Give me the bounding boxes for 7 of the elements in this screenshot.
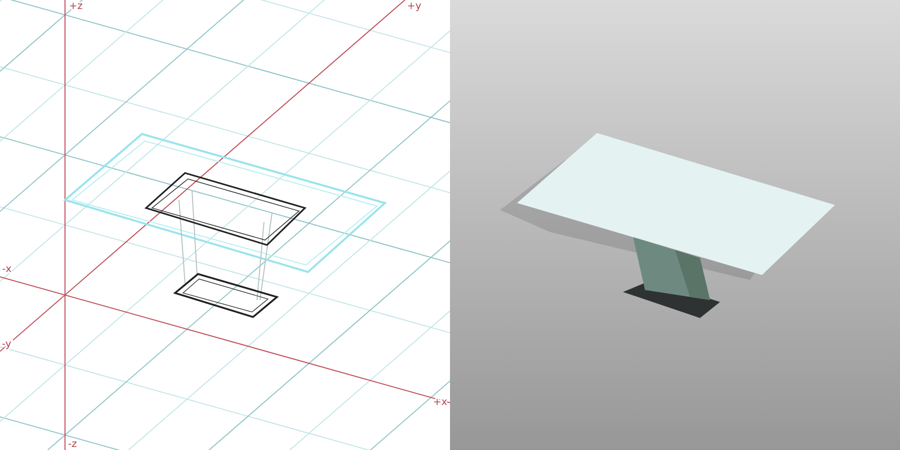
axis-label: -z [68,439,77,450]
axis-label: +x [433,397,448,408]
axis-label: +y [407,1,422,12]
axis-label: -x [2,264,12,275]
table-render-drawing[interactable] [500,133,835,318]
render-viewport[interactable] [450,0,900,450]
table-wireframe-drawing[interactable] [62,132,388,318]
